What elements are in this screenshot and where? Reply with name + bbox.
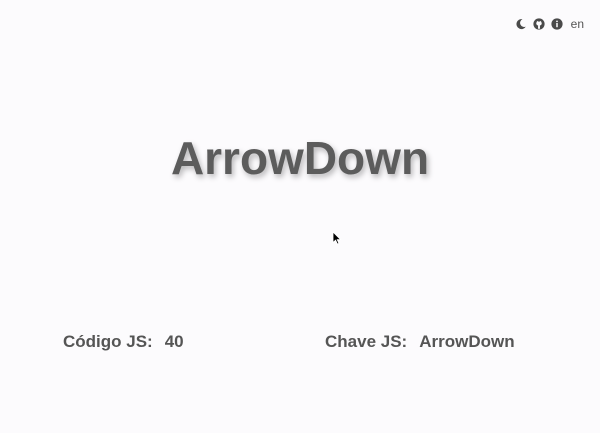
pressed-key-display: ArrowDown	[170, 132, 430, 184]
top-toolbar: en	[515, 16, 584, 32]
moon-icon[interactable]	[515, 18, 527, 30]
js-code-info: Código JS: 40	[63, 332, 184, 352]
js-key-label: Chave JS:	[325, 332, 408, 351]
js-key-info: Chave JS: ArrowDown	[325, 332, 515, 352]
js-code-label: Código JS:	[63, 332, 153, 351]
mouse-pointer-icon	[332, 231, 342, 245]
github-icon[interactable]	[533, 18, 545, 30]
info-icon[interactable]	[551, 18, 563, 30]
js-key-value: ArrowDown	[419, 332, 515, 351]
js-code-value: 40	[164, 332, 184, 351]
language-selector[interactable]: en	[571, 17, 584, 31]
